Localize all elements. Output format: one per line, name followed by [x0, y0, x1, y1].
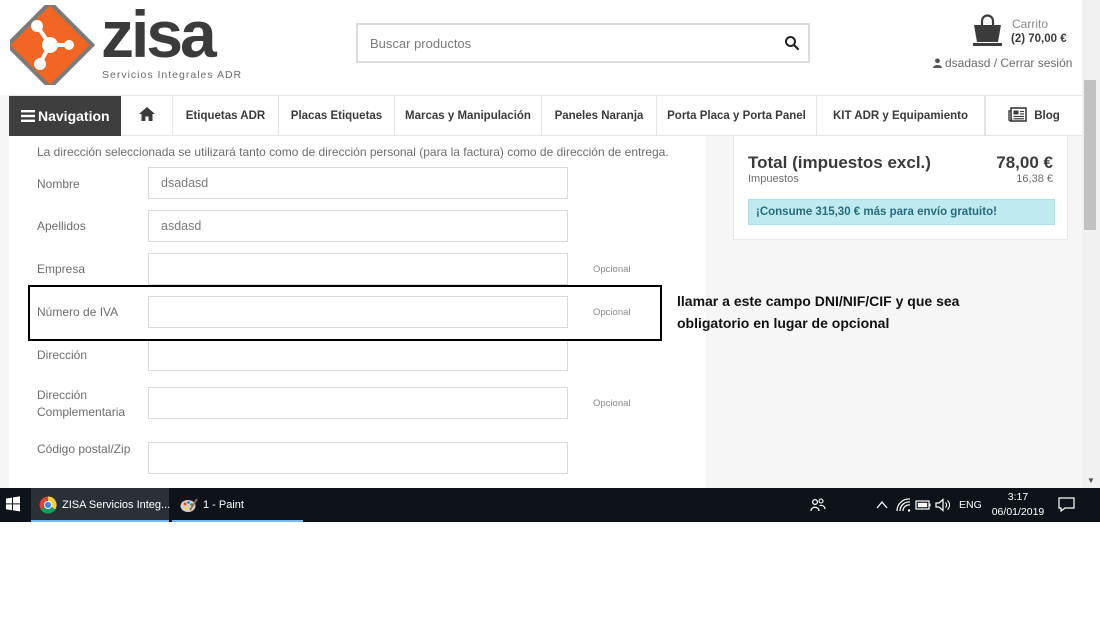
- nav-item-kit-adr[interactable]: KIT ADR y Equipamiento: [817, 96, 985, 136]
- scrollbar-thumb[interactable]: [1084, 80, 1096, 230]
- logo-mark-icon: [10, 5, 96, 85]
- field-label-empresa: Empresa: [37, 262, 86, 276]
- battery-icon[interactable]: [915, 499, 931, 511]
- people-icon[interactable]: [810, 497, 826, 513]
- search-box: [356, 23, 810, 63]
- start-button[interactable]: [0, 488, 28, 522]
- last-name-input[interactable]: [148, 210, 568, 242]
- cart-label[interactable]: Carrito: [1012, 17, 1048, 31]
- annotation-note: llamar a este campo DNI/NIF/CIF y que se…: [677, 293, 960, 331]
- nav-item-blog-label: Blog: [1034, 110, 1060, 122]
- nav-item-placas-etiquetas[interactable]: Placas Etiquetas: [279, 96, 395, 136]
- search-icon[interactable]: [784, 35, 800, 51]
- taskbar-item-paint-label: 1 - Paint: [203, 499, 244, 511]
- field-label-direccion-complementaria: Dirección Complementaria: [37, 388, 126, 419]
- running-indicator: [172, 520, 303, 522]
- wifi-icon[interactable]: [896, 498, 911, 512]
- taskbar-item-paint[interactable]: 1 - Paint: [172, 488, 303, 522]
- clock-date: 06/01/2019: [991, 506, 1045, 518]
- navigation-toggle-label: Navigation: [38, 108, 110, 124]
- optional-label-direccion-complementaria: Opcional: [593, 398, 631, 409]
- main-navigation: Navigation Etiquetas ADR Placas Etiqueta…: [9, 95, 1082, 136]
- notification-center-icon[interactable]: [1058, 497, 1075, 512]
- user-name-link[interactable]: dsadasd: [945, 56, 990, 70]
- address-complement-input[interactable]: [148, 387, 568, 419]
- cart-summary[interactable]: (2) 70,00 €: [1011, 33, 1067, 45]
- address-notice: La dirección seleccionada se utilizará t…: [37, 145, 669, 159]
- user-account: dsadasd / Cerrar sesión: [933, 56, 1072, 70]
- site-header: zisa Servicios Integrales ADR Carrito (2…: [0, 0, 1082, 95]
- input-language[interactable]: ENG: [959, 488, 982, 522]
- nav-item-porta-placa[interactable]: Porta Placa y Porta Panel: [657, 96, 817, 136]
- hamburger-icon: [21, 110, 35, 122]
- clock-time: 3:17: [1007, 491, 1029, 503]
- home-icon: [138, 107, 155, 121]
- newspaper-icon: [1008, 107, 1028, 122]
- nav-item-blog[interactable]: Blog: [985, 96, 1082, 136]
- volume-icon[interactable]: [935, 498, 951, 512]
- taskbar-item-chrome[interactable]: ZISA Servicios Integ...: [31, 488, 171, 522]
- total-label: Total (impuestos excl.): [748, 153, 931, 172]
- taskbar-item-chrome-label: ZISA Servicios Integ...: [62, 499, 171, 511]
- address-input[interactable]: [148, 339, 568, 371]
- user-icon: [933, 58, 942, 68]
- windows-taskbar: ZISA Servicios Integ... 1 - Paint ENG 3:…: [0, 488, 1100, 522]
- paint-icon: [180, 498, 198, 512]
- browser-viewport: zisa Servicios Integrales ADR Carrito (2…: [0, 0, 1100, 488]
- field-label-nombre: Nombre: [37, 177, 80, 191]
- free-shipping-alert: ¡Consume 315,30 € más para envío gratuit…: [748, 199, 1055, 225]
- system-clock[interactable]: 3:17 06/01/2019: [985, 490, 1051, 520]
- field-label-direccion: Dirección: [37, 348, 88, 362]
- shopping-bag-icon[interactable]: [971, 14, 1004, 47]
- annotation-highlight-box: [28, 285, 662, 341]
- chevron-up-icon[interactable]: [876, 500, 888, 510]
- active-indicator: [31, 520, 169, 522]
- optional-label-empresa: Opcional: [593, 264, 631, 275]
- tax-value: 16,38 €: [1016, 173, 1053, 185]
- nav-item-etiquetas-adr[interactable]: Etiquetas ADR: [173, 96, 279, 136]
- nav-item-marcas-manipulacion[interactable]: Marcas y Manipulación: [395, 96, 542, 136]
- logo-subtitle: Servicios Integrales ADR: [102, 69, 243, 81]
- company-input[interactable]: [148, 253, 568, 285]
- total-value: 78,00 €: [996, 153, 1053, 172]
- search-input[interactable]: [358, 25, 768, 61]
- scroll-down-arrow-icon[interactable]: ▼: [1082, 474, 1100, 488]
- logo-wordmark: zisa: [101, 0, 217, 71]
- field-label-apellidos: Apellidos: [37, 219, 86, 233]
- chrome-icon: [39, 496, 57, 514]
- navigation-toggle-button[interactable]: Navigation: [9, 96, 121, 136]
- logout-link[interactable]: Cerrar sesión: [1000, 56, 1072, 70]
- nav-item-paneles-naranja[interactable]: Paneles Naranja: [542, 96, 657, 136]
- first-name-input[interactable]: [148, 167, 568, 199]
- windows-logo-icon: [6, 496, 20, 512]
- cart-totals-card: Total (impuestos excl.) 78,00 € Impuesto…: [733, 136, 1068, 240]
- tax-label: Impuestos: [748, 173, 799, 185]
- user-separator: /: [990, 56, 1001, 70]
- site-logo[interactable]: zisa Servicios Integrales ADR: [10, 1, 241, 85]
- nav-item-home[interactable]: [121, 96, 173, 136]
- postal-code-input[interactable]: [148, 442, 568, 474]
- page-scrollbar[interactable]: [1082, 0, 1100, 488]
- field-label-codigo-postal: Código postal/Zip: [37, 442, 131, 456]
